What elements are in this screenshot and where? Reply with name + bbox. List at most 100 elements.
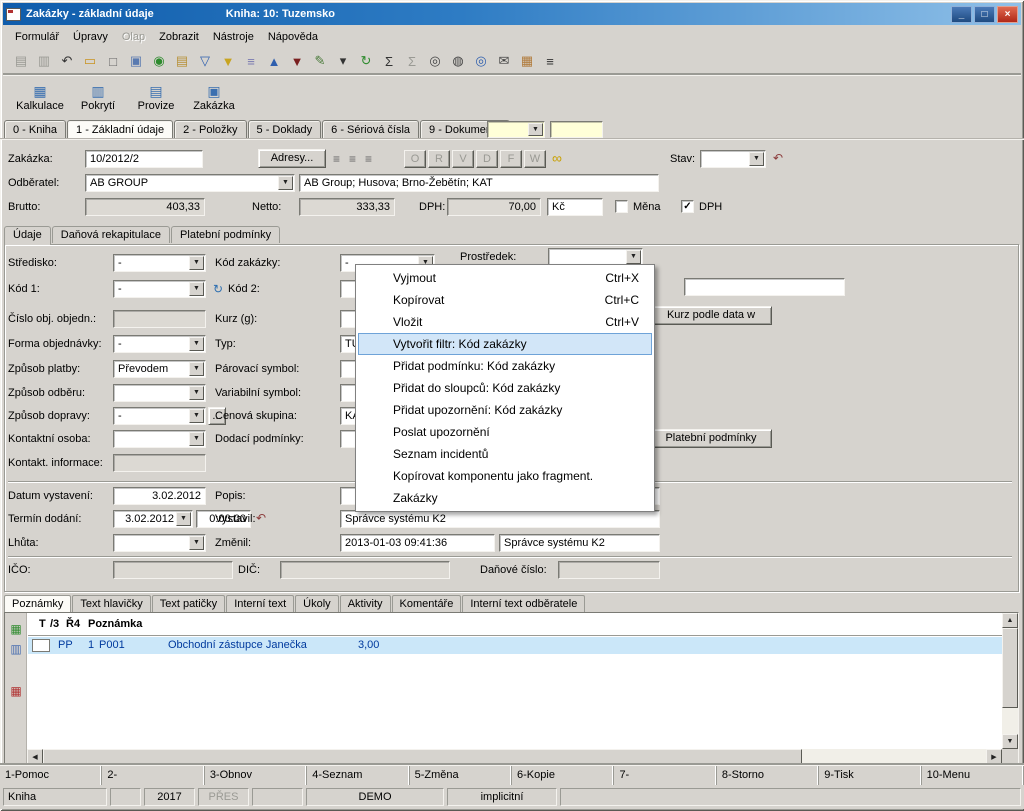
dropdown-arrow-icon[interactable] <box>189 409 204 423</box>
copy-icon[interactable]: ▣ <box>126 51 146 71</box>
scroll-down-icon[interactable]: ▼ <box>1002 734 1018 749</box>
menu-item-vytvorit-filtr[interactable]: Vytvořit filtr: Kód zakázky <box>358 333 652 355</box>
minimize-button[interactable]: _ <box>951 6 972 23</box>
row-selector-cell[interactable] <box>32 639 50 652</box>
flag-v-button[interactable]: V <box>452 150 474 168</box>
flag-f-button[interactable]: F <box>500 150 522 168</box>
zakazka-field[interactable]: 10/2012/2 <box>85 150 203 168</box>
function-key[interactable]: 4-Seznam <box>307 766 409 785</box>
platebni-podminky-button[interactable]: Platební podmínky <box>650 429 772 448</box>
provize-button[interactable]: ▤ Provize <box>127 79 185 117</box>
edit-record-icon[interactable]: ✎ <box>310 51 330 71</box>
menu-formular[interactable]: Formulář <box>8 28 66 46</box>
dropdown-arrow-icon[interactable] <box>189 256 204 270</box>
dropdown-arrow-icon[interactable] <box>189 386 204 400</box>
horizontal-scrollbar[interactable]: ◀ ▶ <box>27 749 1002 764</box>
restore-button[interactable]: □ <box>974 6 995 23</box>
dropdown-arrow-icon[interactable] <box>189 282 204 296</box>
menu-item-zakazky[interactable]: Zakázky <box>358 487 652 509</box>
menu-napoveda[interactable]: Nápověda <box>261 28 325 46</box>
menu-item-vyjmout[interactable]: Vyjmout Ctrl+X <box>358 267 652 289</box>
tab-doklady[interactable]: 5 - Doklady <box>248 120 322 138</box>
tab-komentare[interactable]: Komentáře <box>392 595 462 612</box>
dropdown-arrow-icon[interactable] <box>626 250 641 264</box>
function-key[interactable]: 9-Tisk <box>819 766 921 785</box>
tab-seriova-cisla[interactable]: 6 - Sériová čísla <box>322 120 419 138</box>
horizontal-scroll-thumb[interactable] <box>43 749 802 764</box>
lock-icon[interactable]: ◉ <box>149 51 169 71</box>
dropdown-arrow-icon[interactable] <box>189 362 204 376</box>
filter-edit-icon[interactable]: ▼ <box>218 51 238 71</box>
table-row[interactable]: PP 1 P001 Obchodní zástupce Janečka 3,00 <box>28 637 1002 654</box>
dropdown-arrow-icon[interactable] <box>749 152 764 166</box>
address-list-icon-1[interactable]: ≡ <box>333 153 340 165</box>
revert-status-icon[interactable]: ↶ <box>773 152 783 164</box>
vertical-scroll-thumb[interactable] <box>1002 628 1018 708</box>
kod1-combo[interactable]: - <box>113 280 206 298</box>
dropdown-arrow-icon[interactable] <box>189 337 204 351</box>
tab-poznamky[interactable]: Poznámky <box>4 595 71 612</box>
revert-date-icon[interactable]: ↶ <box>256 512 266 524</box>
dph-checkbox[interactable] <box>681 200 694 213</box>
find-next-icon[interactable]: ◎ <box>471 51 491 71</box>
dropdown-arrow-icon[interactable] <box>189 536 204 550</box>
pokryti-button[interactable]: ▥ Pokrytí <box>69 79 127 117</box>
menu-item-pridat-upozorneni[interactable]: Přidat upozornění: Kód zakázky <box>358 399 652 421</box>
tab-text-paticky[interactable]: Text patičky <box>152 595 225 612</box>
mena-checkbox[interactable] <box>615 200 628 213</box>
menu-item-pridat-do-sloupcu[interactable]: Přidat do sloupců: Kód zakázky <box>358 377 652 399</box>
move-down-icon[interactable]: ▼ <box>287 51 307 71</box>
menu-nastroje[interactable]: Nástroje <box>206 28 261 46</box>
save-close-icon[interactable]: ▥ <box>34 51 54 71</box>
vertical-scrollbar[interactable]: ▲ ▼ <box>1002 613 1018 749</box>
dropdown-arrow-icon[interactable] <box>278 176 293 190</box>
menu-item-poslat-upozorneni[interactable]: Poslat upozornění <box>358 421 652 443</box>
find-icon[interactable]: ◎ <box>425 51 445 71</box>
sum-icon[interactable]: Σ <box>379 51 399 71</box>
dropdown-arrow-icon[interactable] <box>189 432 204 446</box>
find-record-icon[interactable]: ◍ <box>448 51 468 71</box>
new-document-icon[interactable]: □ <box>103 51 123 71</box>
paste-icon[interactable]: ▤ <box>172 51 192 71</box>
tab-udaje[interactable]: Údaje <box>4 226 51 245</box>
flag-d-button[interactable]: D <box>476 150 498 168</box>
scroll-left-icon[interactable]: ◀ <box>27 749 43 764</box>
columns-icon[interactable]: ≡ <box>540 51 560 71</box>
filter-icon[interactable]: ▽ <box>195 51 215 71</box>
scroll-up-icon[interactable]: ▲ <box>1002 613 1018 628</box>
save-icon[interactable]: ▤ <box>11 51 31 71</box>
tab-interni-text[interactable]: Interní text <box>226 595 294 612</box>
menu-item-seznam-incidentu[interactable]: Seznam incidentů <box>358 443 652 465</box>
tab-platebni-podminky[interactable]: Platební podmínky <box>171 226 280 243</box>
menu-item-vlozit[interactable]: Vložit Ctrl+V <box>358 311 652 333</box>
move-up-icon[interactable]: ▲ <box>264 51 284 71</box>
scroll-right-icon[interactable]: ▶ <box>986 749 1002 764</box>
address-list-icon-2[interactable]: ≡ <box>349 153 356 165</box>
function-key[interactable]: 3-Obnov <box>205 766 307 785</box>
tab-ukoly[interactable]: Úkoly <box>295 595 339 612</box>
quick-filter-combo[interactable] <box>487 121 545 138</box>
function-key[interactable]: 5-Změna <box>410 766 512 785</box>
note-delete-icon[interactable]: ▦ <box>8 683 24 699</box>
dropdown-arrow-icon[interactable] <box>176 512 191 526</box>
tab-polozky[interactable]: 2 - Položky <box>174 120 246 138</box>
menu-zobrazit[interactable]: Zobrazit <box>152 28 206 46</box>
address-list-icon-3[interactable]: ≡ <box>365 153 372 165</box>
menu-olap[interactable]: Olap <box>115 28 152 46</box>
zpusob-platby-combo[interactable]: Převodem <box>113 360 206 378</box>
menu-upravy[interactable]: Úpravy <box>66 28 115 46</box>
tab-interni-text-odberatele[interactable]: Interní text odběratele <box>462 595 585 612</box>
odberatel-detail-field[interactable]: AB Group; Husova; Brno-Žebětín; KAT <box>299 174 659 192</box>
note-edit-icon[interactable]: ▥ <box>8 641 24 657</box>
flag-r-button[interactable]: R <box>428 150 450 168</box>
function-key[interactable]: 1-Pomoc <box>0 766 102 785</box>
function-key[interactable]: 2- <box>102 766 204 785</box>
tab-aktivity[interactable]: Aktivity <box>340 595 391 612</box>
menu-item-pridat-podminku[interactable]: Přidat podmínku: Kód zakázky <box>358 355 652 377</box>
currency-field[interactable]: Kč <box>547 198 603 216</box>
right-panel-field[interactable] <box>684 278 845 296</box>
edit-dropdown-icon[interactable]: ▾ <box>333 51 353 71</box>
adresy-button[interactable]: Adresy... <box>258 149 326 168</box>
odberatel-combo[interactable]: AB GROUP <box>85 174 295 192</box>
sum-disabled-icon[interactable]: Σ <box>402 51 422 71</box>
